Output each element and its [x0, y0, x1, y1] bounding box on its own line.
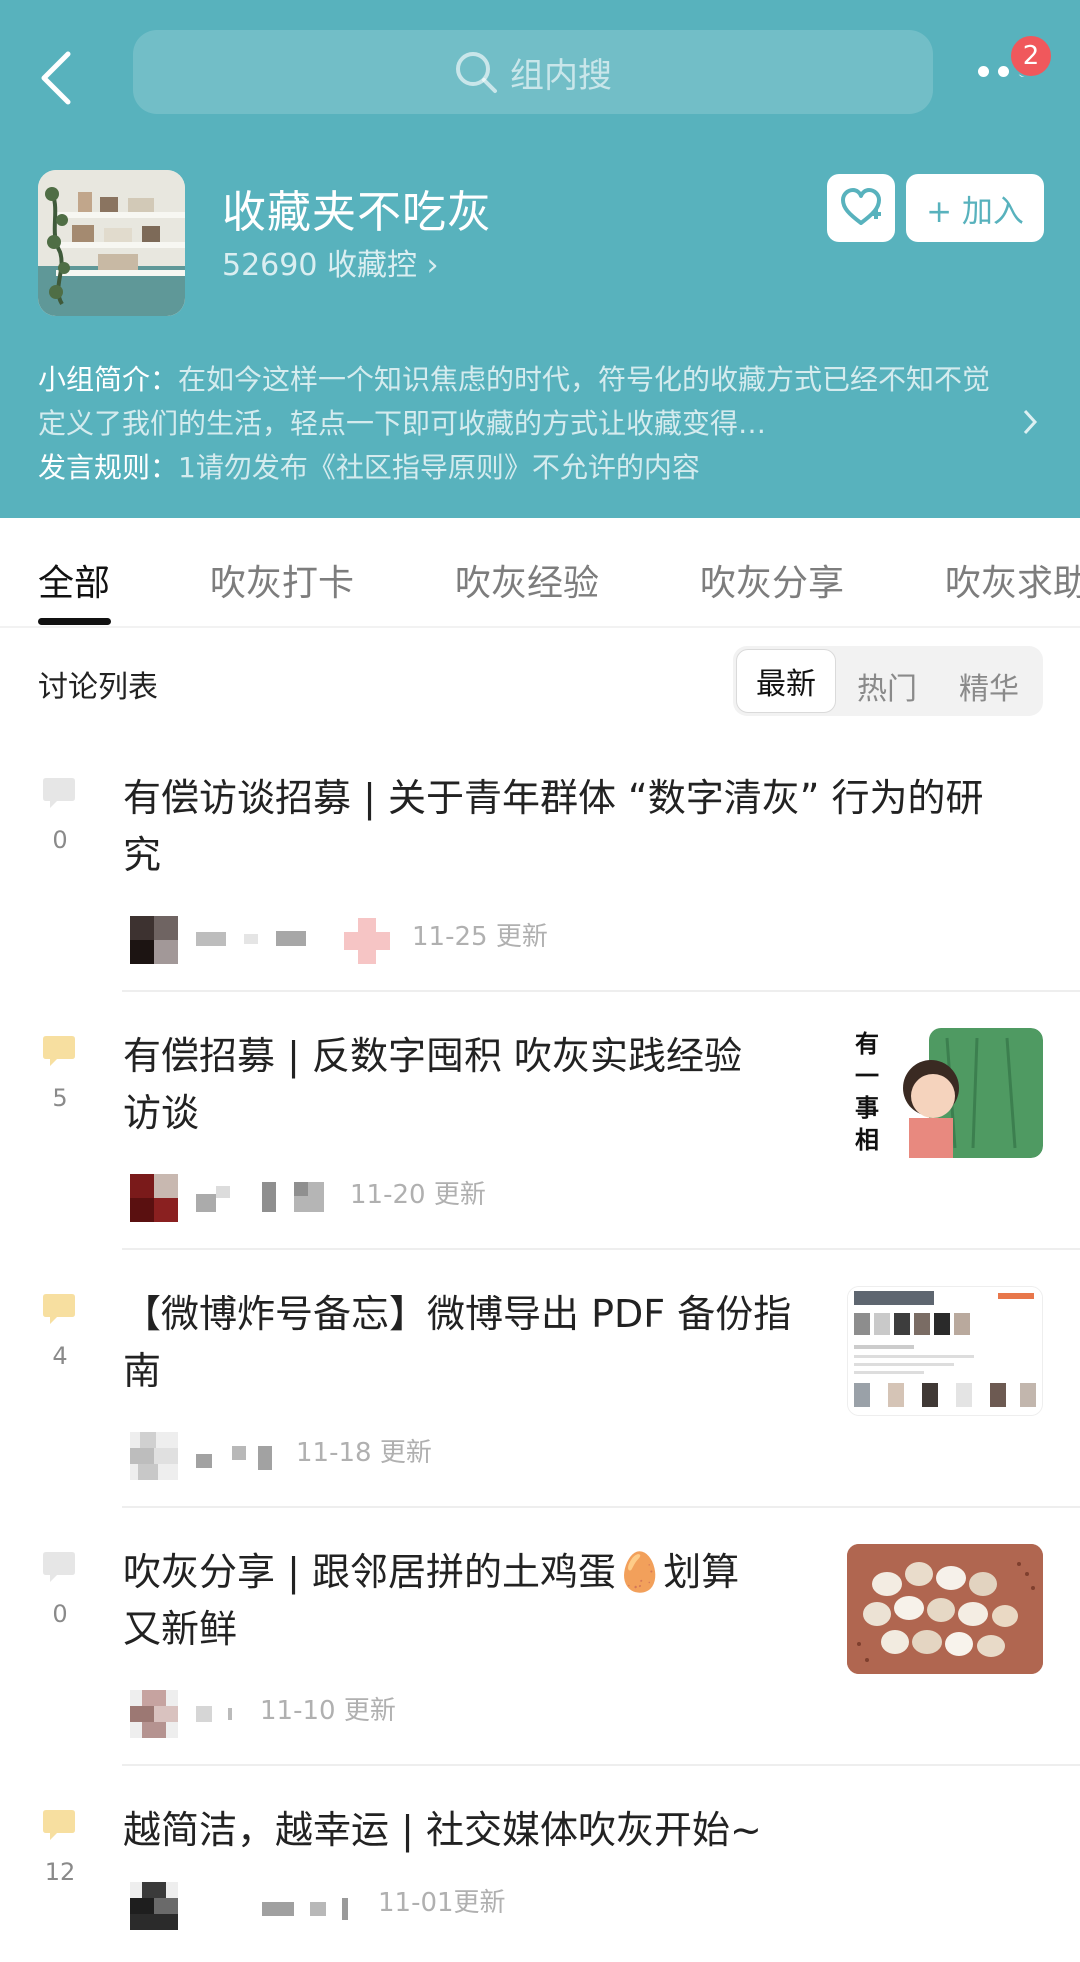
discussion-list-title: 讨论列表 — [38, 670, 158, 705]
comment-bubble-icon — [43, 1552, 75, 1582]
heart-plus-icon — [841, 188, 881, 225]
comment-count: 0 — [52, 1600, 68, 1628]
author-name-redacted — [196, 931, 306, 946]
search-input[interactable]: 组内搜 — [133, 30, 933, 114]
comment-bubble-icon — [43, 778, 75, 808]
search-placeholder: 组内搜 — [510, 55, 612, 96]
group-header: 组内搜 2 收藏夹不吃灰 52690 收藏控 › + 加入 小组简介：在如今这样… — [0, 0, 1080, 518]
update-time: 11-18 更新 — [296, 1438, 432, 1468]
post-title: 吹灰分享 | 跟邻居拼的土鸡蛋🥚划算 又新鲜 — [123, 1550, 740, 1651]
list-item[interactable]: 0 有偿访谈招募 | 关于青年群体 “数字清灰” 行为的研究 11-25 更新 — [0, 760, 1080, 992]
author-name-redacted — [262, 1898, 348, 1920]
group-avatar[interactable] — [38, 170, 185, 316]
comment-count: 0 — [52, 826, 68, 854]
back-arrow-icon[interactable] — [38, 50, 78, 106]
post-thumbnail[interactable]: 有一事相求 — [847, 1028, 1043, 1158]
author-avatar[interactable] — [130, 1882, 178, 1930]
post-title: 【微博炸号备忘】微博导出 PDF 备份指南 — [123, 1292, 792, 1393]
sort-latest[interactable]: 最新 — [736, 649, 836, 713]
list-item[interactable]: 4 【微博炸号备忘】微博导出 PDF 备份指南 11-18 更新 — [0, 1276, 1080, 1508]
author-avatar[interactable] — [130, 1432, 178, 1480]
update-time: 11-20 更新 — [350, 1180, 486, 1210]
notification-badge: 2 — [1009, 34, 1053, 78]
list-item[interactable]: 5 有偿招募 | 反数字囤积 吹灰实践经验访谈 11-20 更新 有一事相求 — [0, 1018, 1080, 1250]
author-avatar[interactable] — [130, 916, 178, 964]
author-avatar[interactable] — [130, 1174, 178, 1222]
post-thumbnail[interactable] — [847, 1286, 1043, 1416]
rules-label: 发言规则： — [38, 451, 179, 484]
author-avatar[interactable] — [130, 1690, 178, 1738]
tab-help[interactable]: 吹灰求助 — [945, 554, 1080, 606]
user-badge-icon — [344, 918, 390, 964]
category-tabs: 全部 吹灰打卡 吹灰经验 吹灰分享 吹灰求助 — [0, 518, 1080, 628]
member-count[interactable]: 52690 收藏控 › — [222, 240, 439, 284]
post-title: 有偿访谈招募 | 关于青年群体 “数字清灰” 行为的研究 — [123, 776, 984, 877]
tab-checkin[interactable]: 吹灰打卡 — [210, 554, 354, 606]
tab-share[interactable]: 吹灰分享 — [700, 554, 844, 606]
update-time: 11-10 更新 — [260, 1696, 396, 1726]
comment-count: 4 — [52, 1342, 68, 1370]
group-intro[interactable]: 小组简介：在如今这样一个知识焦虑的时代，符号化的收藏方式已经不知不觉定义了我们的… — [38, 358, 998, 490]
thumbnail-text: 有一事相求 — [855, 1030, 879, 1154]
sort-toggle: 最新 热门 精华 — [733, 646, 1043, 716]
update-time: 11-25 更新 — [412, 922, 548, 952]
comment-bubble-icon — [43, 1036, 75, 1066]
rules-text: 1请勿发布《社区指导原则》不允许的内容 — [178, 451, 700, 484]
join-button[interactable]: + 加入 — [906, 174, 1044, 242]
post-thumbnail[interactable] — [847, 1544, 1043, 1674]
intro-label: 小组简介： — [38, 363, 179, 396]
post-title: 有偿招募 | 反数字囤积 吹灰实践经验 访谈 — [123, 1034, 743, 1135]
author-name-redacted — [196, 1446, 272, 1470]
divider — [122, 990, 1080, 992]
comment-count: 5 — [52, 1084, 68, 1112]
divider — [122, 1506, 1080, 1508]
comment-bubble-icon — [43, 1294, 75, 1324]
update-time: 11-01更新 — [378, 1888, 506, 1918]
search-icon — [456, 52, 497, 93]
intro-text: 在如今这样一个知识焦虑的时代，符号化的收藏方式已经不知不觉定义了我们的生活，轻点… — [38, 363, 991, 440]
tab-all[interactable]: 全部 — [38, 554, 110, 606]
sort-hot[interactable]: 热门 — [857, 664, 917, 708]
comment-bubble-icon — [43, 1810, 75, 1840]
divider — [122, 1248, 1080, 1250]
group-name: 收藏夹不吃灰 — [222, 187, 492, 238]
author-name-redacted — [196, 1706, 232, 1722]
sort-featured[interactable]: 精华 — [959, 664, 1019, 708]
post-title: 越简洁，越幸运 | 社交媒体吹灰开始~ — [123, 1808, 762, 1852]
comment-count: 12 — [44, 1858, 76, 1886]
list-item[interactable]: 0 吹灰分享 | 跟邻居拼的土鸡蛋🥚划算 又新鲜 11-10 更新 — [0, 1534, 1080, 1766]
active-tab-indicator — [38, 618, 111, 625]
list-item[interactable]: 12 越简洁，越幸运 | 社交媒体吹灰开始~ 11-01更新 — [0, 1792, 1080, 1962]
tab-experience[interactable]: 吹灰经验 — [455, 554, 599, 606]
author-name-redacted — [196, 1182, 324, 1212]
chevron-right-icon[interactable] — [1022, 408, 1038, 436]
favorite-button[interactable] — [827, 174, 895, 242]
divider — [122, 1764, 1080, 1766]
